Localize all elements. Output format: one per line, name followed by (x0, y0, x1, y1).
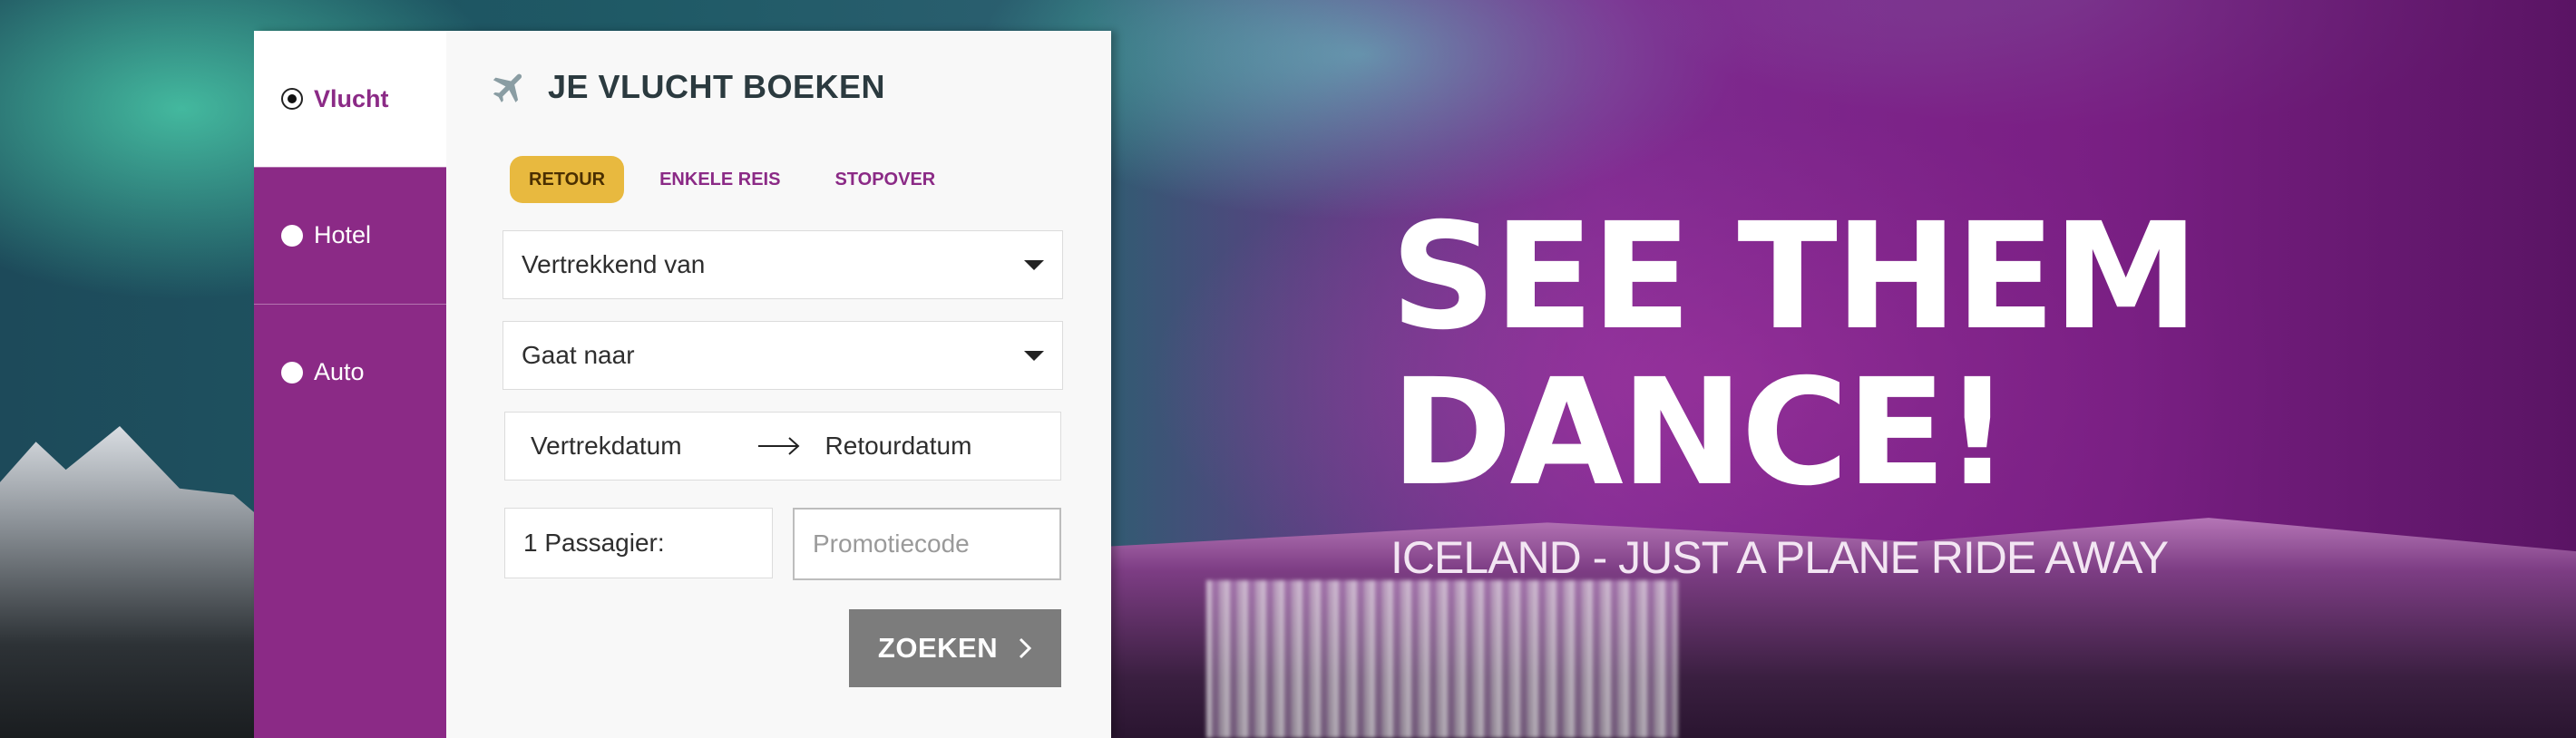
return-date[interactable]: Retourdatum (825, 432, 972, 461)
search-button[interactable]: ZOEKEN (849, 609, 1061, 687)
nav-item-label: Auto (314, 358, 365, 385)
booking-type-nav: Vlucht Hotel Auto (254, 31, 446, 738)
chevron-down-icon (1024, 259, 1044, 270)
booking-widget: Vlucht Hotel Auto JE VLUCHT BOEKEN RETOU… (254, 31, 1111, 738)
promo-code-input[interactable] (793, 508, 1061, 580)
date-range-field[interactable]: Vertrekdatum Retourdatum (504, 412, 1061, 481)
radio-icon[interactable] (281, 361, 303, 384)
destination-select[interactable]: Gaat naar (503, 321, 1063, 390)
hero-headline-line-2: DANCE! (1390, 348, 2011, 519)
hero-headline-line-1: SEE THEM (1390, 192, 2199, 363)
hero-tagline: ICELAND - JUST A PLANE RIDE AWAY (1390, 532, 2169, 583)
chevron-down-icon (1024, 350, 1044, 361)
origin-select[interactable]: Vertrekkend van (503, 230, 1063, 299)
nav-item-label: Vlucht (314, 84, 389, 112)
nav-item-vlucht[interactable]: Vlucht (254, 31, 446, 167)
hero-text: SEE THEM DANCE! ICELAND - JUST A PLANE R… (1390, 199, 2207, 584)
nav-item-auto[interactable]: Auto (254, 304, 446, 440)
arrow-right-icon (757, 437, 800, 455)
panel-title: JE VLUCHT BOEKEN (548, 68, 886, 105)
tab-stopover[interactable]: STOPOVER (815, 156, 954, 203)
radio-icon[interactable] (281, 224, 303, 247)
passengers-field[interactable]: 1 Passagier: (504, 508, 773, 578)
waterfall-image (1206, 580, 1678, 738)
departure-date[interactable]: Vertrekdatum (531, 432, 682, 461)
chevron-right-icon (1020, 637, 1032, 659)
nav-item-label: Hotel (314, 221, 372, 248)
nav-item-hotel[interactable]: Hotel (254, 167, 446, 303)
destination-select-label: Gaat naar (522, 341, 635, 369)
origin-select-label: Vertrekkend van (522, 250, 706, 278)
airplane-icon (493, 73, 522, 102)
trip-type-tabs: RETOUR ENKELE REIS STOPOVER (510, 156, 971, 203)
tab-retour[interactable]: RETOUR (510, 156, 625, 203)
panel-header: JE VLUCHT BOEKEN (490, 67, 885, 107)
radio-selected-icon[interactable] (281, 88, 303, 110)
tab-enkele-reis[interactable]: ENKELE REIS (640, 156, 799, 203)
search-button-label: ZOEKEN (877, 632, 999, 664)
hero-headline: SEE THEM DANCE! (1390, 199, 2207, 511)
flight-booking-panel: JE VLUCHT BOEKEN RETOUR ENKELE REIS STOP… (446, 31, 1111, 738)
